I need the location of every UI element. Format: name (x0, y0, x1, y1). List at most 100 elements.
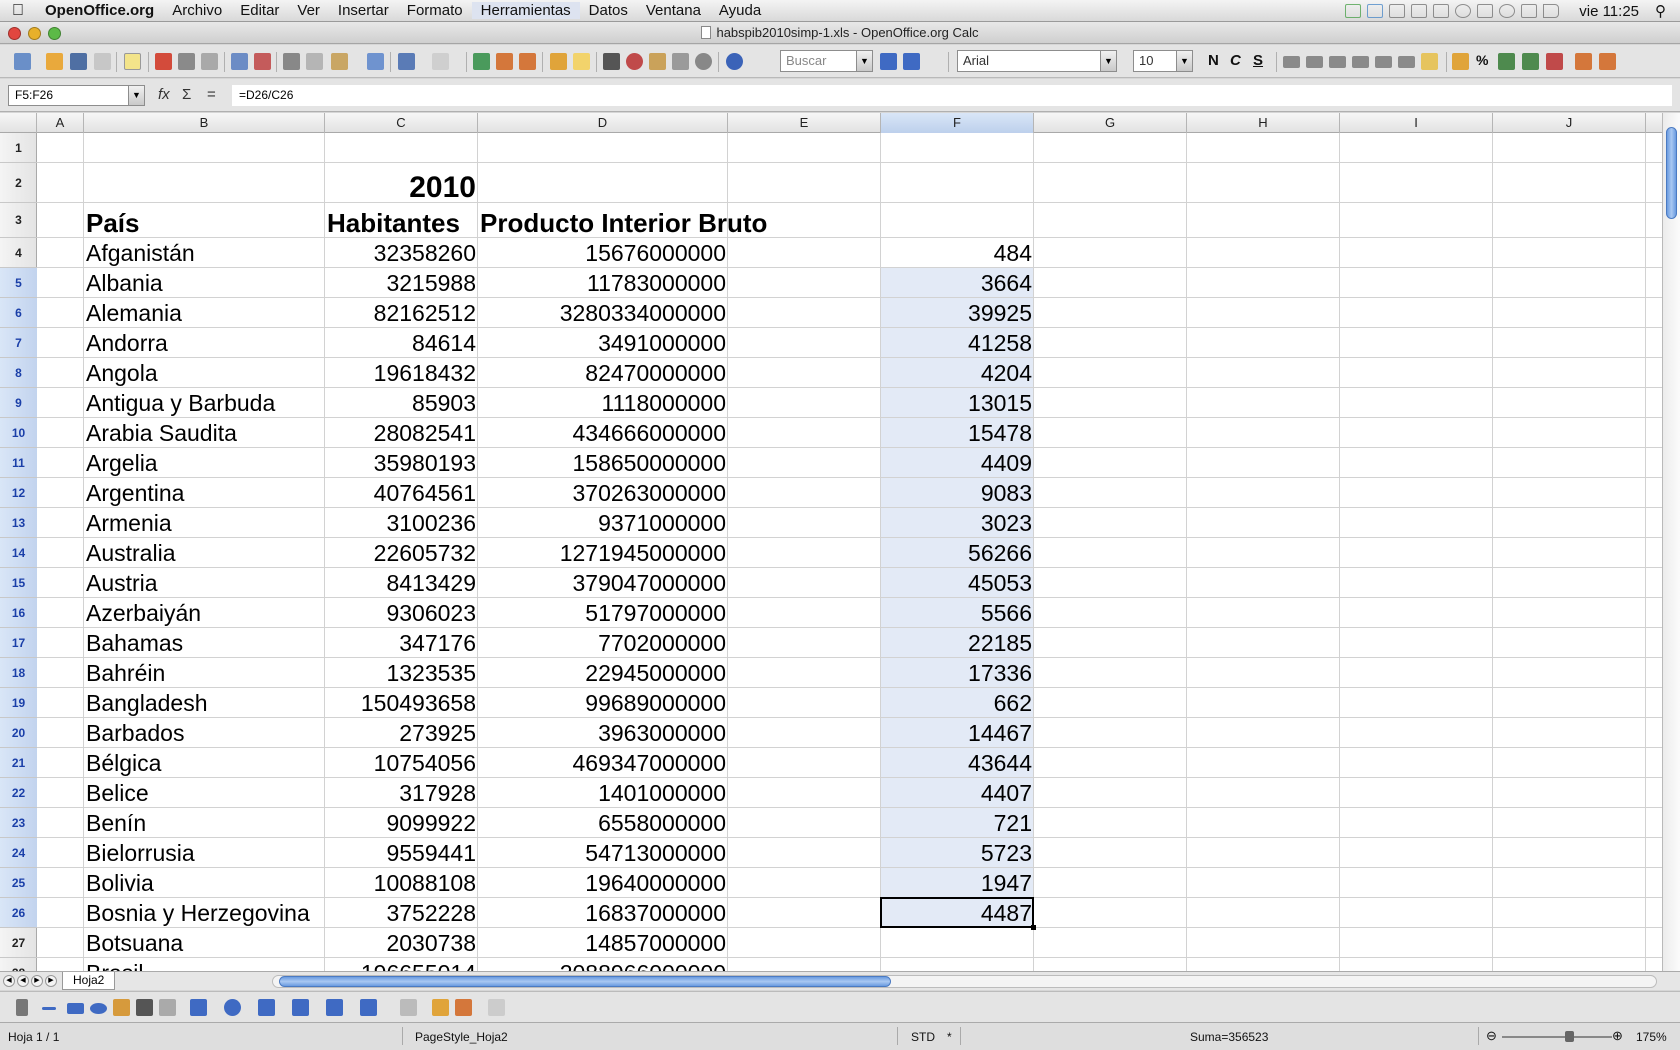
sheet-tab[interactable]: Hoja2 (62, 972, 116, 990)
font-size-dropdown-icon[interactable]: ▼ (1176, 51, 1192, 71)
cell-population[interactable]: 2030738 (327, 928, 476, 958)
italic-button[interactable]: C (1230, 52, 1241, 69)
menu-clock[interactable]: vie 11:25 (1579, 3, 1639, 20)
flowchart-icon[interactable] (292, 999, 309, 1016)
print-preview-icon[interactable] (201, 53, 218, 70)
cell-gdp[interactable]: 158650000000 (480, 448, 727, 478)
merge-cells-icon[interactable] (1329, 56, 1346, 68)
next-sheet-icon[interactable]: ▶ (31, 975, 43, 987)
cell-country[interactable]: Bolivia (86, 868, 346, 898)
align-center-icon[interactable] (1306, 56, 1323, 68)
menu-ver[interactable]: Ver (288, 2, 329, 19)
cell-per-capita[interactable]: 1947 (883, 868, 1032, 898)
open-icon[interactable] (46, 53, 63, 70)
print-icon[interactable] (178, 53, 195, 70)
cell-gdp[interactable]: 3491000000 (480, 328, 726, 358)
cell-gdp[interactable]: 99689000000 (480, 688, 726, 718)
row-header-27[interactable]: 27 (0, 928, 37, 958)
column-header-d[interactable]: D (478, 113, 728, 133)
delete-decimal-icon[interactable] (1546, 53, 1563, 70)
cell-gdp[interactable]: 469347000000 (480, 748, 727, 778)
text-icon[interactable] (136, 999, 153, 1016)
horizontal-scroll-thumb[interactable] (279, 976, 891, 987)
new-document-icon[interactable] (14, 53, 31, 70)
cell-country[interactable]: Arabia Saudita (86, 418, 346, 448)
align-right-icon[interactable] (1352, 56, 1369, 68)
find-next-icon[interactable] (880, 53, 897, 70)
cell-per-capita[interactable]: 484 (883, 238, 1032, 268)
cell-country[interactable]: Belice (86, 778, 346, 808)
row-header-7[interactable]: 7 (0, 328, 37, 358)
cell-gdp[interactable]: 370263000000 (480, 478, 727, 508)
vertical-scrollbar[interactable] (1662, 113, 1680, 971)
cell-gdp[interactable]: 9371000000 (480, 508, 726, 538)
spotlight-icon[interactable]: ⚲ (1655, 2, 1666, 20)
help-icon[interactable] (726, 53, 743, 70)
row-header-2[interactable]: 2 (0, 163, 37, 203)
cell-gdp[interactable]: 7702000000 (480, 628, 726, 658)
cell-gdp[interactable]: 1118000000 (480, 388, 726, 418)
row-header-11[interactable]: 11 (0, 448, 37, 478)
export-pdf-icon[interactable] (155, 53, 172, 70)
phone-icon[interactable] (1411, 4, 1428, 18)
find-replace-icon[interactable] (603, 53, 620, 70)
freeform-icon[interactable] (113, 999, 130, 1016)
keyboard-icon[interactable] (1521, 4, 1538, 18)
cell-per-capita[interactable]: 13015 (883, 388, 1032, 418)
underline-button[interactable]: S (1253, 52, 1263, 69)
autospellcheck-icon[interactable] (254, 53, 271, 70)
cell-country[interactable]: Alemania (86, 298, 346, 328)
cell-population[interactable]: 84614 (327, 328, 476, 358)
cell-country[interactable]: Andorra (86, 328, 346, 358)
cell-gdp[interactable]: 22945000000 (480, 658, 726, 688)
column-header-e[interactable]: E (728, 113, 881, 133)
time-machine-icon[interactable] (1455, 4, 1472, 18)
cell-country[interactable]: Antigua y Barbuda (86, 388, 346, 418)
wrap-text-icon[interactable] (1398, 56, 1415, 68)
cell-population[interactable]: 347176 (327, 628, 476, 658)
decrease-indent-icon[interactable] (1575, 53, 1592, 70)
cell-population[interactable]: 9099922 (327, 808, 476, 838)
cell-country[interactable]: Albania (86, 268, 346, 298)
zoom-slider[interactable] (1502, 1036, 1612, 1038)
redo-icon[interactable] (432, 53, 449, 70)
row-header-23[interactable]: 23 (0, 808, 37, 838)
cell-population[interactable]: 22605732 (327, 538, 476, 568)
column-header-g[interactable]: G (1034, 113, 1187, 133)
cell-gdp[interactable]: 3963000000 (480, 718, 726, 748)
cell-country[interactable]: Afganistán (86, 238, 346, 268)
header-population[interactable]: Habitantes (327, 208, 487, 238)
cell-per-capita[interactable]: 4409 (883, 448, 1032, 478)
row-header-4[interactable]: 4 (0, 238, 37, 268)
cell-per-capita[interactable]: 15478 (883, 418, 1032, 448)
cell-gdp[interactable]: 51797000000 (480, 598, 726, 628)
cell-gdp[interactable]: 6558000000 (480, 808, 726, 838)
search-input[interactable]: Buscar ▼ (780, 50, 873, 72)
basic-shapes-icon[interactable] (190, 999, 207, 1016)
cell-population[interactable]: 3100236 (327, 508, 476, 538)
page-style[interactable]: PageStyle_Hoja2 (415, 1030, 508, 1044)
callouts-icon[interactable] (326, 999, 343, 1016)
row-header-12[interactable]: 12 (0, 478, 37, 508)
row-header-28[interactable]: 28 (0, 958, 37, 971)
block-arrows-icon[interactable] (258, 999, 275, 1016)
save-icon[interactable] (70, 53, 87, 70)
cell-per-capita[interactable]: 5566 (883, 598, 1032, 628)
spaces-icon[interactable] (1433, 4, 1450, 18)
header-country[interactable]: País (86, 208, 323, 238)
row-header-15[interactable]: 15 (0, 568, 37, 598)
cell-country[interactable]: Austria (86, 568, 346, 598)
column-header-b[interactable]: B (84, 113, 325, 133)
sort-descending-icon[interactable] (519, 53, 536, 70)
cell-gdp[interactable]: 19640000000 (480, 868, 726, 898)
select-arrow-icon[interactable] (16, 999, 28, 1016)
cell-per-capita[interactable]: 43644 (883, 748, 1032, 778)
sum-icon[interactable]: Σ (182, 86, 191, 103)
window-close-button[interactable] (8, 27, 21, 40)
paste-icon[interactable] (331, 53, 348, 70)
cell-gdp[interactable]: 15676000000 (480, 238, 726, 268)
line-icon[interactable] (42, 1007, 56, 1010)
cell-country[interactable]: Bielorrusia (86, 838, 346, 868)
cell-population[interactable]: 32358260 (327, 238, 476, 268)
cell-country[interactable]: Bahamas (86, 628, 346, 658)
